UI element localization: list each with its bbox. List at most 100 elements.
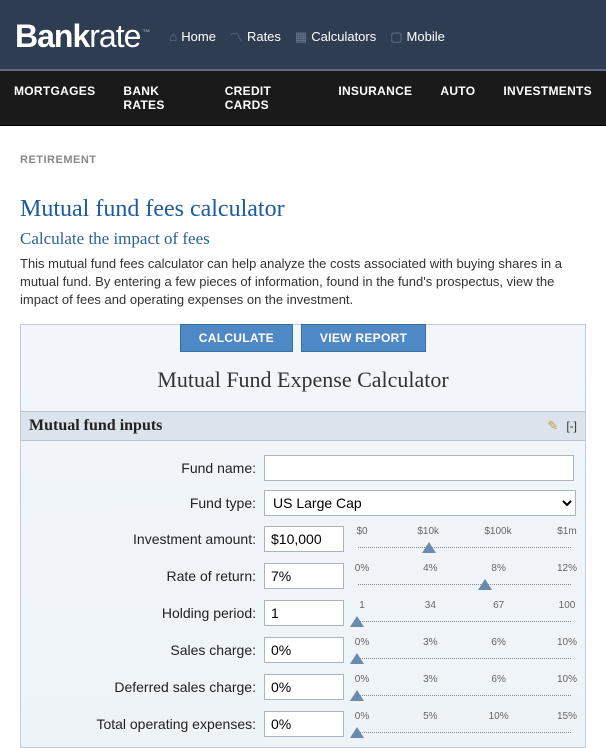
slider-marker-icon[interactable]: [350, 727, 364, 738]
calculator-panel: CALCULATE VIEW REPORT Mutual Fund Expens…: [20, 324, 586, 748]
mobile-icon: ▢: [390, 29, 402, 45]
content: RETIREMENT Mutual fund fees calculator C…: [0, 126, 606, 748]
slider-marker-icon[interactable]: [422, 542, 436, 553]
tick: 15%: [557, 711, 577, 722]
tick: 3%: [420, 637, 440, 648]
category-label: RETIREMENT: [20, 154, 586, 166]
nav-calculators-label: Calculators: [311, 29, 376, 44]
tick: 3%: [420, 674, 440, 685]
calculator-title: Mutual Fund Expense Calculator: [21, 367, 585, 393]
deferred-sales-charge-input[interactable]: [264, 674, 344, 700]
home-icon: ⌂: [169, 29, 177, 44]
nav-rates[interactable]: 〽 Rates: [230, 27, 281, 46]
fund-type-select[interactable]: US Large Cap: [264, 490, 576, 516]
view-report-button[interactable]: VIEW REPORT: [301, 324, 426, 352]
nav-calculators[interactable]: ▦ Calculators: [295, 29, 376, 45]
logo-tm: ™: [142, 28, 149, 37]
slider-marker-icon[interactable]: [350, 653, 364, 664]
total-operating-expenses-label: Total operating expenses:: [29, 716, 264, 732]
page-title: Mutual fund fees calculator: [20, 196, 586, 223]
slider-track: [358, 732, 571, 733]
tick: 4%: [420, 563, 440, 574]
slider-marker-icon[interactable]: [478, 579, 492, 590]
rate-of-return-label: Rate of return:: [29, 568, 264, 584]
slider-ticks: 1 34 67 100: [352, 600, 577, 611]
row-fund-type: Fund type: US Large Cap: [29, 490, 577, 516]
tick: 67: [489, 600, 509, 611]
sales-charge-input[interactable]: [264, 637, 344, 663]
subtitle: Calculate the impact of fees: [20, 229, 586, 249]
nav-home-label: Home: [181, 29, 216, 44]
tick: $100k: [484, 526, 511, 537]
sales-charge-slider[interactable]: 0% 3% 6% 10%: [352, 637, 577, 663]
investment-amount-label: Investment amount:: [29, 531, 264, 547]
deferred-sales-charge-label: Deferred sales charge:: [29, 679, 264, 695]
tick: 100: [557, 600, 577, 611]
rate-of-return-slider[interactable]: 0% 4% 8% 12%: [352, 563, 577, 589]
slider-marker-icon[interactable]: [350, 690, 364, 701]
calculator-icon: ▦: [295, 29, 307, 45]
nav-mobile-label: Mobile: [407, 29, 445, 44]
row-total-operating-expenses: Total operating expenses: 0% 5% 10% 15%: [29, 710, 577, 738]
calc-buttons: CALCULATE VIEW REPORT: [21, 324, 585, 352]
investment-amount-input[interactable]: [264, 526, 344, 552]
tick: 1: [352, 600, 372, 611]
tick: 10%: [489, 711, 509, 722]
slider-ticks: 0% 3% 6% 10%: [352, 637, 577, 648]
collapse-toggle[interactable]: [-]: [566, 419, 577, 433]
tick: 12%: [557, 563, 577, 574]
total-operating-expenses-input[interactable]: [264, 711, 344, 737]
slider-track: [358, 584, 571, 585]
slider-ticks: $0 $10k $100k $1m: [352, 526, 577, 537]
nav-bank-rates[interactable]: BANK RATES: [109, 71, 210, 125]
slider-ticks: 0% 3% 6% 10%: [352, 674, 577, 685]
slider-track: [358, 621, 571, 622]
tick: 6%: [489, 637, 509, 648]
nav-credit-cards[interactable]: CREDIT CARDS: [211, 71, 325, 125]
nav-mobile[interactable]: ▢ Mobile: [390, 29, 445, 45]
pencil-icon[interactable]: ✎: [547, 418, 558, 434]
slider-marker-icon[interactable]: [350, 616, 364, 627]
top-nav: ⌂ Home 〽 Rates ▦ Calculators ▢ Mobile: [169, 27, 444, 46]
nav-insurance[interactable]: INSURANCE: [324, 71, 426, 125]
calculate-button[interactable]: CALCULATE: [180, 324, 293, 352]
main-nav: MORTGAGES BANK RATES CREDIT CARDS INSURA…: [0, 69, 606, 126]
nav-investments[interactable]: INVESTMENTS: [489, 71, 606, 125]
tick: $10k: [417, 526, 439, 537]
nav-mortgages[interactable]: MORTGAGES: [0, 71, 109, 125]
tick: 0%: [352, 637, 372, 648]
tick: 5%: [420, 711, 440, 722]
tick: 10%: [557, 674, 577, 685]
tick: 0%: [352, 674, 372, 685]
rate-of-return-input[interactable]: [264, 563, 344, 589]
fund-type-label: Fund type:: [29, 495, 264, 511]
inputs-header-tools: ✎ [-]: [547, 418, 577, 434]
chart-icon: 〽: [230, 27, 243, 46]
row-deferred-sales-charge: Deferred sales charge: 0% 3% 6% 10%: [29, 673, 577, 701]
holding-period-input[interactable]: [264, 600, 344, 626]
logo[interactable]: Bankrate™: [15, 18, 149, 55]
total-operating-expenses-slider[interactable]: 0% 5% 10% 15%: [352, 711, 577, 737]
investment-amount-slider[interactable]: $0 $10k $100k $1m: [352, 526, 577, 552]
tick: 8%: [489, 563, 509, 574]
tick: 34: [420, 600, 440, 611]
description: This mutual fund fees calculator can hel…: [20, 255, 586, 310]
logo-accent: rate: [89, 18, 140, 54]
site-header: Bankrate™ ⌂ Home 〽 Rates ▦ Calculators ▢ Mob…: [0, 0, 606, 69]
fund-name-input[interactable]: [264, 455, 574, 481]
slider-ticks: 0% 5% 10% 15%: [352, 711, 577, 722]
form-grid: Fund name: Fund type: US Large Cap Inves…: [21, 441, 585, 738]
tick: 6%: [489, 674, 509, 685]
nav-rates-label: Rates: [247, 29, 281, 44]
nav-home[interactable]: ⌂ Home: [169, 29, 216, 44]
deferred-sales-charge-slider[interactable]: 0% 3% 6% 10%: [352, 674, 577, 700]
slider-track: [358, 695, 571, 696]
tick: $0: [352, 526, 372, 537]
tick: 10%: [557, 637, 577, 648]
holding-period-slider[interactable]: 1 34 67 100: [352, 600, 577, 626]
slider-ticks: 0% 4% 8% 12%: [352, 563, 577, 574]
row-sales-charge: Sales charge: 0% 3% 6% 10%: [29, 636, 577, 664]
inputs-header-title: Mutual fund inputs: [29, 417, 162, 435]
row-holding-period: Holding period: 1 34 67 100: [29, 599, 577, 627]
nav-auto[interactable]: AUTO: [426, 71, 489, 125]
